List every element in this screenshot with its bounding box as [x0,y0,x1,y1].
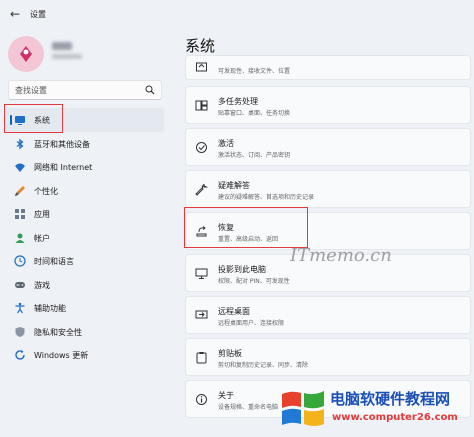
sidebar-item-label: 网络和 Internet [34,163,93,172]
sidebar-item-gaming[interactable]: 游戏 [4,273,164,297]
sidebar-item-personalization[interactable]: 个性化 [4,179,164,203]
sidebar-item-label: 帐户 [34,233,50,243]
sidebar-item-label: 隐私和安全性 [34,327,82,337]
card-subtitle: 权限、配对 PIN、可发现性 [218,278,290,285]
card-subtitle: 激活状态、订阅、产品密钥 [218,152,291,159]
project-icon [195,268,208,279]
card-title: 关于 [218,391,234,400]
search-icon[interactable] [145,85,155,95]
brand-url[interactable]: www.computer26.com [332,412,458,423]
sidebar-item-label: Windows 更新 [34,351,89,360]
user-name-blurred [52,42,72,50]
apps-icon [15,209,25,219]
search-box[interactable] [8,80,162,100]
avatar-figure-icon [20,46,32,62]
brand-banner: 电脑软硬件教程网 www.computer26.com [280,384,474,437]
card-clipboard[interactable]: 剪贴板 剪切和复制历史记录、同步、清除 [185,338,471,376]
sidebar-item-label: 蓝牙和其他设备 [34,139,90,149]
card-title: 远程桌面 [218,307,250,316]
card-activation[interactable]: 激活 激活状态、订阅、产品密钥 [185,128,471,166]
card-title: 多任务处理 [218,97,258,106]
card-remote-desktop[interactable]: 远程桌面 远程桌面用户、连接权限 [185,296,471,334]
info-icon [196,394,207,405]
check-circle-icon [196,142,207,153]
sidebar-item-accessibility[interactable]: 辅助功能 [4,296,164,320]
multitask-icon [195,100,208,111]
person-icon [15,233,25,243]
sidebar-item-label: 辅助功能 [34,304,66,313]
accessibility-icon [15,302,25,314]
card-multitasking[interactable]: 多任务处理 贴靠窗口、桌面、任务切换 [185,86,471,124]
sidebar-item-network[interactable]: 网络和 Internet [4,155,164,179]
sidebar-nav: 系统 蓝牙和其他设备 网络和 Internet 个性化 应用 帐户 时间和语言 [4,108,164,367]
sidebar-item-time-language[interactable]: 时间和语言 [4,249,164,273]
page-title: 系统 [185,37,216,55]
card-title: 剪贴板 [218,349,242,358]
card-subtitle: 建议的疑难解答、首选项和历史记录 [218,194,315,201]
sidebar-item-label: 个性化 [34,186,58,196]
sidebar-item-label: 应用 [34,210,50,219]
card-subtitle: 远程桌面用户、连接权限 [218,320,285,327]
wifi-icon [15,163,25,172]
sidebar-item-label: 时间和语言 [34,257,74,266]
sidebar-item-apps[interactable]: 应用 [4,202,164,226]
sidebar-item-privacy[interactable]: 隐私和安全性 [4,320,164,344]
clipboard-icon [196,352,207,364]
bluetooth-icon [16,138,24,149]
main-content: 系统 可发现性、接收文件、位置 多任务处理 贴靠窗口、桌面、任务切换 激活 激活… [170,30,474,437]
card-subtitle: 剪切和复制历史记录、同步、清除 [218,362,309,369]
card-title: 疑难解答 [218,181,250,190]
card-title: 激活 [218,139,234,148]
globe-clock-icon [14,255,26,267]
update-icon [15,350,25,360]
back-arrow-icon[interactable]: ← [10,8,22,20]
sidebar-item-bluetooth[interactable]: 蓝牙和其他设备 [4,132,164,156]
gamepad-icon [15,281,25,288]
remote-desktop-icon [195,310,208,319]
brush-icon [15,185,25,196]
sidebar-item-windows-update[interactable]: Windows 更新 [4,343,164,367]
wrench-icon [195,183,208,196]
sidebar-item-accounts[interactable]: 帐户 [4,226,164,250]
card-subtitle: 可发现性、接收文件、位置 [218,68,291,75]
card-title: 投影到此电脑 [218,265,266,274]
card-nearby-sharing[interactable]: 可发现性、接收文件、位置 [185,55,471,80]
brand-name: 电脑软硬件教程网 [330,390,451,408]
watermark-text: ITmemo.cn [290,245,392,266]
card-subtitle: 贴靠窗口、桌面、任务切换 [218,110,291,117]
share-icon [196,62,207,72]
avatar[interactable] [8,36,44,72]
sidebar-item-label: 游戏 [34,280,50,290]
windows-logo-icon [282,391,324,426]
card-troubleshoot[interactable]: 疑难解答 建议的疑难解答、首选项和历史记录 [185,170,471,208]
app-title: 设置 [30,10,46,19]
title-bar: ← 设置 [0,0,474,30]
user-email-blurred [52,54,82,59]
card-subtitle: 设备规格、重命名电脑 [218,404,279,411]
shield-icon [15,326,25,337]
recovery-highlight-box [184,207,308,248]
sidebar: 系统 蓝牙和其他设备 网络和 Internet 个性化 应用 帐户 时间和语言 [0,30,170,437]
search-input[interactable] [15,84,135,97]
system-highlight-box [4,104,63,133]
